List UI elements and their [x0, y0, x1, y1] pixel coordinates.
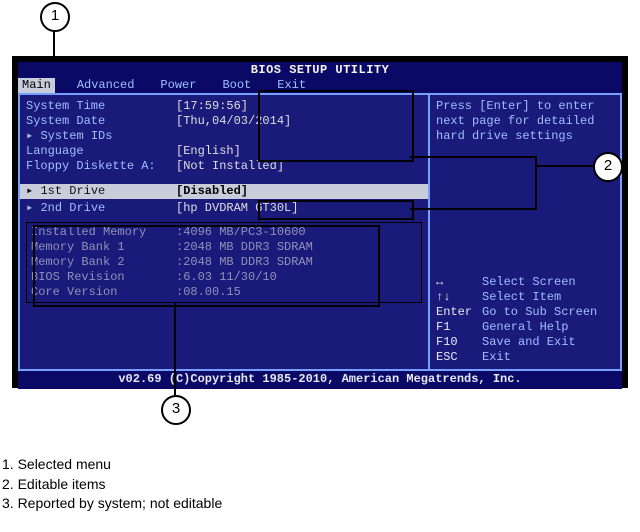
language-value[interactable]: [English]	[176, 144, 241, 159]
bios-right-pane: Press [Enter] to enter next page for det…	[430, 95, 620, 369]
bios-left-pane: System Time[17:59:56] System Date[Thu,04…	[20, 95, 430, 369]
navkey-esc: ESC	[436, 350, 482, 365]
callout-2-line-b	[410, 208, 537, 210]
legend-item-1: 1. Selected menu	[2, 455, 640, 475]
navkey-esc-desc: Exit	[482, 350, 511, 365]
drive2-label: 2nd Drive	[26, 201, 176, 216]
navkey-f10-desc: Save and Exit	[482, 335, 576, 350]
floppy-label: Floppy Diskette A:	[26, 159, 176, 174]
tab-exit[interactable]: Exit	[273, 78, 310, 93]
navkey-f1: F1	[436, 320, 482, 335]
corever-label: Core Version	[31, 285, 176, 300]
navkey-ud-desc: Select Item	[482, 290, 561, 305]
legend-item-3: 3. Reported by system; not editable	[2, 494, 640, 514]
floppy-value[interactable]: [Not Installed]	[176, 159, 284, 174]
bank1-label: Memory Bank 1	[31, 240, 176, 255]
system-date-label: System Date	[26, 114, 176, 129]
bios-body: System Time[17:59:56] System Date[Thu,04…	[18, 93, 622, 371]
drive2-row[interactable]: 2nd Drive[hp DVDRAM GT30L]	[26, 201, 422, 216]
tab-boot[interactable]: Boot	[218, 78, 255, 93]
system-ids-item[interactable]: System IDs	[26, 129, 176, 144]
bios-screen: BIOS SETUP UTILITY Main Advanced Power B…	[12, 56, 628, 388]
installed-memory-value: :4096 MB/PC3-10600	[176, 225, 306, 240]
bios-footer: v02.69 (C)Copyright 1985-2010, American …	[18, 371, 622, 389]
navkey-enter-desc: Go to Sub Screen	[482, 305, 597, 320]
nav-keys: ↔Select Screen ↑↓Select Item EnterGo to …	[436, 275, 614, 365]
drive2-value: [hp DVDRAM GT30L]	[176, 201, 298, 216]
drive1-label: 1st Drive	[26, 184, 176, 199]
tab-advanced[interactable]: Advanced	[73, 78, 139, 93]
installed-memory-label: Installed Memory	[31, 225, 176, 240]
biosrev-label: BIOS Revision	[31, 270, 176, 285]
navkey-enter: Enter	[436, 305, 482, 320]
system-time-value[interactable]: [17:59:56]	[176, 99, 248, 114]
navkey-f10: F10	[436, 335, 482, 350]
system-date-value[interactable]: [Thu,04/03/2014]	[176, 114, 291, 129]
bios-figure: 1 BIOS SETUP UTILITY Main Advanced Power…	[0, 0, 640, 425]
callout-2-line-a	[410, 156, 535, 158]
system-time-label: System Time	[26, 99, 176, 114]
bios-title: BIOS SETUP UTILITY	[18, 62, 622, 78]
language-label: Language	[26, 144, 176, 159]
tab-power[interactable]: Power	[156, 78, 200, 93]
legend-item-2: 2. Editable items	[2, 475, 640, 495]
system-info-block: Installed Memory:4096 MB/PC3-10600 Memor…	[26, 222, 422, 303]
bank1-value: :2048 MB DDR3 SDRAM	[176, 240, 313, 255]
bios-tab-bar: Main Advanced Power Boot Exit	[18, 78, 622, 93]
callout-1: 1	[40, 2, 70, 32]
callout-2: 2	[593, 152, 623, 182]
bank2-label: Memory Bank 2	[31, 255, 176, 270]
biosrev-value: :6.03 11/30/10	[176, 270, 277, 285]
callout-2-line-out	[535, 165, 593, 167]
drive1-row[interactable]: 1st Drive[Disabled]	[20, 184, 428, 199]
navkey-ud: ↑↓	[436, 290, 482, 305]
callout-3-line	[174, 303, 176, 395]
figure-legend: 1. Selected menu 2. Editable items 3. Re…	[2, 455, 640, 514]
tab-main[interactable]: Main	[18, 78, 55, 93]
corever-value: :08.00.15	[176, 285, 241, 300]
bank2-value: :2048 MB DDR3 SDRAM	[176, 255, 313, 270]
navkey-lr: ↔	[436, 275, 482, 290]
navkey-f1-desc: General Help	[482, 320, 568, 335]
callout-3: 3	[161, 395, 191, 425]
navkey-lr-desc: Select Screen	[482, 275, 576, 290]
drive1-value: [Disabled]	[176, 184, 248, 199]
help-text: Press [Enter] to enter next page for det…	[436, 99, 614, 144]
